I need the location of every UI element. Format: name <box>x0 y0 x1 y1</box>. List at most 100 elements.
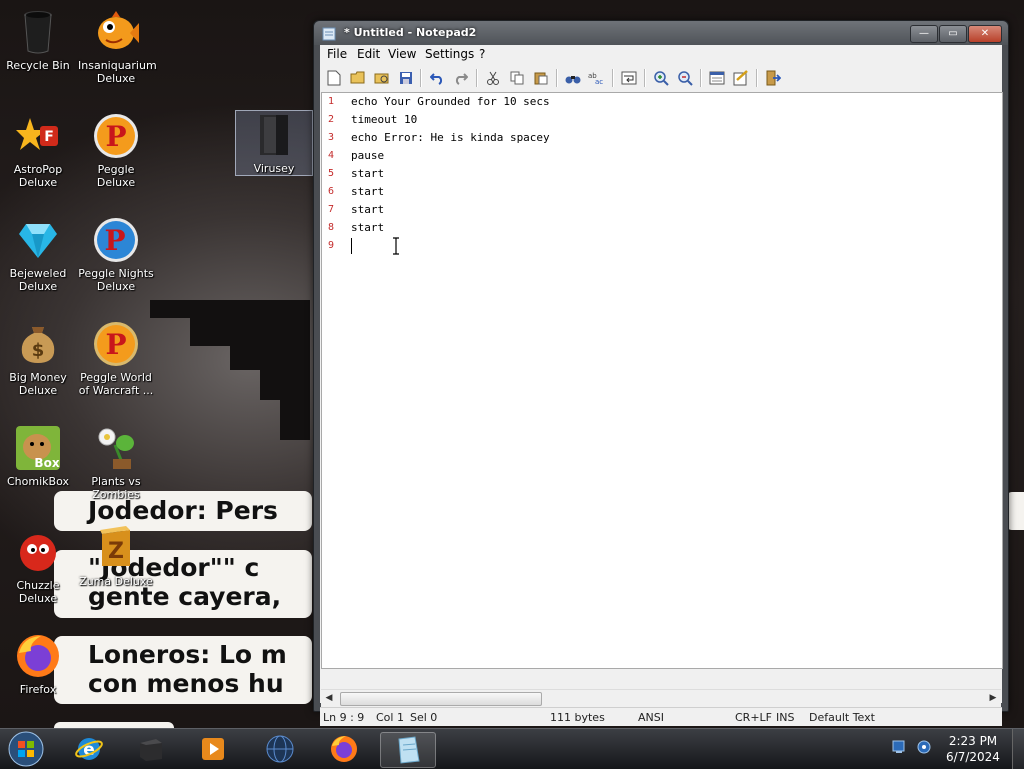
line-number: 5 <box>328 168 335 179</box>
desktop-icon-virusey[interactable]: Virusey <box>235 110 313 176</box>
redo-icon[interactable] <box>452 69 470 87</box>
line-number: 2 <box>328 114 335 125</box>
desktop-icon-bejeweled[interactable]: Bejeweled Deluxe <box>0 216 76 293</box>
tray-volume-icon[interactable] <box>916 739 932 755</box>
menu-help[interactable]: ? <box>479 47 485 61</box>
minimize-button[interactable]: — <box>910 25 938 43</box>
taskbar-internet-explorer[interactable]: e <box>62 732 116 766</box>
wallpaper-text-3: Loneros: Lo m con menos hu <box>54 636 312 704</box>
desktop-icon-peggle[interactable]: P Peggle Deluxe <box>78 112 154 189</box>
line-text: timeout 10 <box>351 113 418 126</box>
status-insert-mode[interactable]: INS <box>776 711 794 724</box>
desktop-icon-astropop[interactable]: F AstroPop Deluxe <box>0 112 76 189</box>
replace-icon[interactable]: ab ac <box>588 69 606 87</box>
taskbar-app-box[interactable] <box>124 732 178 766</box>
svg-text:Z: Z <box>108 539 124 564</box>
desktop-icon-peggle-wow[interactable]: P Peggle World of Warcraft ... <box>78 320 154 397</box>
desktop-icon-big-money[interactable]: $ Big Money Deluxe <box>0 320 76 397</box>
scroll-right-icon[interactable]: ▶ <box>987 692 999 704</box>
paste-icon[interactable] <box>532 69 550 87</box>
desktop-icon-plants-vs-zombies[interactable]: Plants vs Zombies <box>78 424 154 501</box>
menu-bar: File Edit View Settings ? <box>320 45 1002 64</box>
scheme-icon[interactable] <box>708 69 726 87</box>
app-box-icon <box>140 739 162 761</box>
scrollbar-thumb[interactable] <box>340 692 542 706</box>
menu-file[interactable]: File <box>327 47 347 61</box>
svg-text:Box: Box <box>34 456 59 470</box>
word-wrap-icon[interactable] <box>620 69 638 87</box>
cut-icon[interactable] <box>484 69 502 87</box>
text-editor[interactable]: 1 echo Your Grounded for 10 secs 2 timeout… <box>321 92 1003 669</box>
desktop-icon-label: Big Money Deluxe <box>9 371 67 397</box>
title-bar[interactable]: * Untitled - Notepad2 — ▭ ✕ <box>314 21 1008 45</box>
line-text: echo Your Grounded for 10 secs <box>351 95 550 108</box>
toolbar: ab ac <box>320 65 1002 91</box>
zoom-in-icon[interactable] <box>652 69 670 87</box>
desktop-icon-chomikbox[interactable]: Box ChomikBox <box>0 424 76 488</box>
status-size: 111 bytes <box>550 711 605 724</box>
media-player-icon <box>202 738 224 760</box>
text-caret <box>351 238 352 254</box>
zuma-icon: Z <box>92 524 140 572</box>
recycle-bin-icon <box>14 8 62 56</box>
window-client: File Edit View Settings ? ab ac 1 echo Y… <box>320 45 1003 726</box>
desktop-icon-peggle-nights[interactable]: P Peggle Nights Deluxe <box>78 216 154 293</box>
plants-vs-zombies-icon <box>92 424 140 472</box>
line-text: start <box>351 203 385 216</box>
astropop-icon: F <box>14 112 62 160</box>
undo-icon[interactable] <box>428 69 446 87</box>
svg-text:ac: ac <box>595 78 603 85</box>
notepad2-window[interactable]: * Untitled - Notepad2 — ▭ ✕ File Edit Vi… <box>313 20 1009 726</box>
desktop-icon-firefox[interactable]: Firefox <box>0 632 76 696</box>
show-desktop-button[interactable] <box>1012 729 1024 769</box>
taskbar-clock[interactable]: 2:23 PM 6/7/2024 <box>940 733 1006 765</box>
desktop-icon-insaniquarium[interactable]: Insaniquarium Deluxe <box>78 8 157 85</box>
browse-icon[interactable] <box>373 69 391 87</box>
tray-network-icon[interactable] <box>891 739 907 755</box>
menu-view[interactable]: View <box>388 47 416 61</box>
chuzzle-icon <box>14 528 62 576</box>
menu-settings[interactable]: Settings <box>425 47 474 61</box>
taskbar-network-globe[interactable] <box>253 732 307 766</box>
save-icon[interactable] <box>397 69 415 87</box>
line-number: 7 <box>328 204 335 215</box>
status-encoding[interactable]: ANSI <box>638 711 664 724</box>
taskbar-notepad2[interactable] <box>380 732 436 768</box>
desktop-icon-chuzzle[interactable]: Chuzzle Deluxe <box>0 528 76 605</box>
exit-icon[interactable] <box>764 69 782 87</box>
new-file-icon[interactable] <box>325 69 343 87</box>
taskbar-firefox[interactable] <box>317 732 371 766</box>
svg-text:$: $ <box>32 340 45 361</box>
menu-edit[interactable]: Edit <box>357 47 380 61</box>
desktop-icon-label: Peggle Nights Deluxe <box>78 267 154 293</box>
desktop-icon-label: Chuzzle Deluxe <box>16 579 60 605</box>
customize-icon[interactable] <box>732 69 750 87</box>
desktop-icon-label: AstroPop Deluxe <box>13 163 63 189</box>
desktop-icon-label: Plants vs Zombies <box>91 475 141 501</box>
desktop-icon-recycle-bin[interactable]: Recycle Bin <box>0 8 76 72</box>
copy-icon[interactable] <box>508 69 526 87</box>
find-icon[interactable] <box>564 69 582 87</box>
desktop-icon-label: Bejeweled Deluxe <box>9 267 67 293</box>
clock-time: 2:23 PM <box>948 734 998 748</box>
close-button[interactable]: ✕ <box>968 25 1002 43</box>
clock-date: 6/7/2024 <box>946 750 1000 764</box>
start-button[interactable] <box>4 730 48 768</box>
notepad2-icon <box>322 26 336 41</box>
peggle-icon: P <box>92 112 140 160</box>
file-icon <box>250 111 298 159</box>
taskbar-media-player[interactable] <box>186 732 240 766</box>
status-scheme[interactable]: Default Text <box>809 711 875 724</box>
open-file-icon[interactable] <box>349 69 367 87</box>
horizontal-scrollbar[interactable]: ◀ ▶ <box>321 689 1001 707</box>
maximize-button[interactable]: ▭ <box>939 25 967 43</box>
peggle-wow-icon: P <box>92 320 140 368</box>
status-column: Col 1 <box>376 711 404 724</box>
scroll-left-icon[interactable]: ◀ <box>323 692 335 704</box>
zoom-out-icon[interactable] <box>676 69 694 87</box>
line-number: 1 <box>328 96 335 107</box>
desktop-icon-label: Peggle World of Warcraft ... <box>78 371 154 397</box>
status-line-endings[interactable]: CR+LF <box>735 711 772 724</box>
desktop-icon-zuma[interactable]: Z Zuma Deluxe <box>78 524 154 588</box>
desktop-icon-label: Firefox <box>19 683 57 696</box>
